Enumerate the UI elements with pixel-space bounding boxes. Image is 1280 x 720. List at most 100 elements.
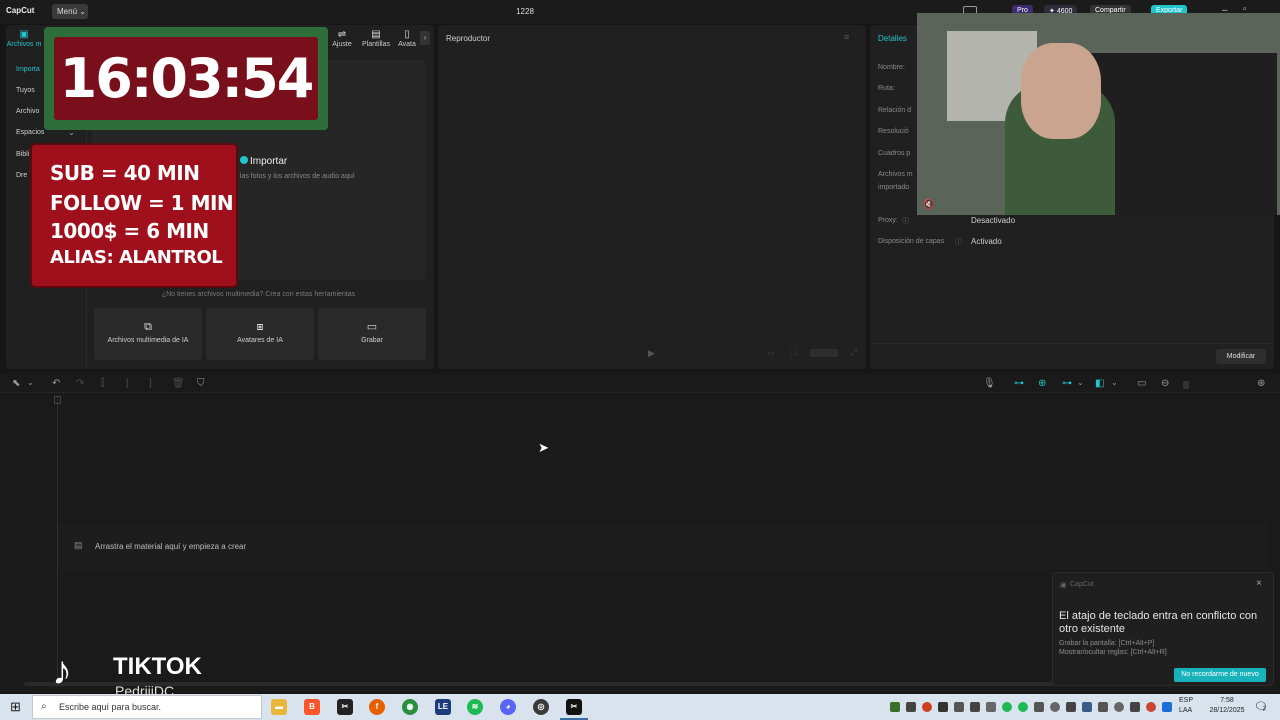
tray-app-icon[interactable] bbox=[1018, 702, 1028, 712]
zoom-fit-icon[interactable]: ⊕ bbox=[1257, 378, 1265, 389]
clock-date[interactable]: 28/12/2025 bbox=[1200, 707, 1254, 714]
tab-adjust[interactable]: ⇌ Ajuste bbox=[324, 29, 360, 48]
tray-app-icon[interactable] bbox=[1066, 702, 1076, 712]
main-track[interactable]: ▤ Arrastra el material aquí y empieza a … bbox=[58, 524, 1268, 570]
tab-templates[interactable]: ▤ Plantillas bbox=[358, 29, 394, 48]
discord-icon[interactable]: ◕ bbox=[500, 699, 516, 715]
snap-icon[interactable]: ⊶ bbox=[1062, 378, 1072, 389]
firefox-icon[interactable]: f bbox=[369, 699, 385, 715]
detail-label: Ruta: bbox=[878, 85, 895, 92]
delete-icon[interactable]: 🗑 bbox=[172, 378, 185, 389]
tray-app-icon[interactable] bbox=[970, 702, 980, 712]
close-icon[interactable]: × bbox=[1256, 578, 1262, 589]
playhead-handle[interactable] bbox=[54, 396, 61, 404]
shield-icon[interactable]: ⛉ bbox=[197, 378, 205, 389]
layers-value[interactable]: Activado bbox=[971, 237, 1002, 246]
detail-label: Archivos m bbox=[878, 171, 913, 178]
tab-label: Ajuste bbox=[332, 41, 352, 48]
tray-app-icon[interactable] bbox=[1130, 702, 1140, 712]
tray-app-icon[interactable] bbox=[954, 702, 964, 712]
magnet-icon[interactable]: ⊕ bbox=[1038, 378, 1046, 389]
dont-remind-button[interactable]: No recordarme de nuevo bbox=[1174, 668, 1266, 682]
sidebar-item-import[interactable]: Importa bbox=[16, 66, 40, 73]
tray-app-icon[interactable] bbox=[1098, 702, 1108, 712]
detail-label: Relación d bbox=[878, 107, 912, 114]
rule-text: SUB = 40 MIN bbox=[50, 161, 200, 185]
tab-avatar[interactable]: ▯ Avata bbox=[394, 29, 420, 48]
tray-app-icon[interactable] bbox=[890, 702, 900, 712]
sidebar-item-dreamina[interactable]: Dre bbox=[16, 172, 27, 179]
ai-media-button[interactable]: ⧉ Archivos multimedia de IA bbox=[94, 308, 202, 360]
ratio-button[interactable] bbox=[810, 349, 838, 357]
language-code[interactable]: ESP bbox=[1179, 697, 1193, 704]
details-title: Detalles bbox=[878, 34, 907, 43]
sidebar-item-yours[interactable]: Tuyos bbox=[16, 87, 35, 94]
focus-icon[interactable]: ⛶ bbox=[790, 347, 796, 358]
detail-label: Resolució bbox=[878, 128, 909, 135]
bluetooth-icon[interactable] bbox=[1162, 702, 1172, 712]
info-icon[interactable]: ⓘ bbox=[902, 216, 909, 226]
modify-button[interactable]: Modificar bbox=[1216, 349, 1266, 364]
sidebar-item-library[interactable]: Bibli bbox=[16, 151, 29, 158]
rule-text: FOLLOW = 1 MIN bbox=[50, 191, 234, 215]
chevron-down-icon[interactable]: ⌄ bbox=[1077, 378, 1084, 387]
split-left-icon[interactable]: [ bbox=[126, 378, 129, 389]
proxy-value[interactable]: Desactivado bbox=[971, 216, 1015, 225]
tray-app-icon[interactable] bbox=[1034, 702, 1044, 712]
chevron-right-icon[interactable]: › bbox=[420, 31, 430, 45]
split-right-icon[interactable]: ] bbox=[149, 378, 152, 389]
no-media-text: ¿No tienes archivos multimedia? Crea con… bbox=[161, 291, 356, 298]
ai-avatar-button[interactable]: ⧆ Avatares de IA bbox=[206, 308, 314, 360]
language-layout[interactable]: LAA bbox=[1179, 707, 1192, 714]
tray-volume-icon[interactable] bbox=[986, 702, 996, 712]
select-tool-icon[interactable]: ⬉ bbox=[12, 378, 20, 389]
tray-app-icon[interactable] bbox=[1082, 702, 1092, 712]
drop-hint: Arrastra el material aquí y empieza a cr… bbox=[95, 542, 247, 551]
sidebar-item-files[interactable]: Archivo bbox=[16, 108, 39, 115]
redo-icon[interactable]: ↷ bbox=[76, 378, 84, 389]
spotify-icon[interactable]: ≋ bbox=[467, 699, 483, 715]
undo-icon[interactable]: ↶ bbox=[52, 378, 60, 389]
tray-app-icon[interactable] bbox=[922, 702, 932, 712]
crop-icon[interactable]: ▭ bbox=[768, 349, 775, 357]
capcut-icon[interactable]: ✂ bbox=[337, 699, 353, 715]
chevron-down-icon[interactable]: ⌄ bbox=[1111, 378, 1118, 387]
tray-app-icon[interactable] bbox=[1050, 702, 1060, 712]
caption-icon[interactable]: ▭ bbox=[1137, 378, 1146, 389]
split-icon[interactable]: ⫿ bbox=[101, 378, 104, 389]
tray-network-icon[interactable] bbox=[1114, 702, 1124, 712]
microphone-icon[interactable]: 🎙 bbox=[983, 378, 996, 389]
tray-mic-icon[interactable] bbox=[938, 702, 948, 712]
chevron-down-icon[interactable]: ⌄ bbox=[27, 378, 34, 387]
app-le-icon[interactable]: LE bbox=[435, 699, 451, 715]
file-explorer-icon[interactable]: ▬ bbox=[271, 699, 287, 715]
tiktok-username: PedrijiDC bbox=[115, 683, 175, 694]
windows-start-icon[interactable]: ⊞ bbox=[10, 699, 21, 715]
sidebar-item-spaces[interactable]: Espacios bbox=[16, 129, 44, 136]
tray-spotify-icon[interactable] bbox=[1002, 702, 1012, 712]
record-button[interactable]: ▭ Grabar bbox=[318, 308, 426, 360]
project-title[interactable]: 1228 bbox=[500, 7, 550, 16]
ai-avatar-icon: ⧆ bbox=[256, 321, 264, 333]
obs-icon[interactable]: ◎ bbox=[533, 699, 549, 715]
capcut-active-icon[interactable]: ✂ bbox=[566, 699, 582, 715]
tray-app-icon[interactable] bbox=[906, 702, 916, 712]
play-icon[interactable]: ▶ bbox=[648, 348, 655, 359]
tray-app-icon[interactable] bbox=[1146, 702, 1156, 712]
zoom-out-icon[interactable]: ⊖ bbox=[1161, 378, 1169, 389]
preview-axis-icon[interactable]: ◧ bbox=[1095, 378, 1104, 389]
brave-icon[interactable]: B bbox=[304, 699, 320, 715]
fullscreen-icon[interactable]: ⤢ bbox=[850, 347, 857, 358]
clock-time[interactable]: 7:58 bbox=[1212, 697, 1242, 704]
taskbar-search-input[interactable]: ⌕ Escribe aquí para buscar. bbox=[32, 695, 262, 719]
horizontal-scrollbar[interactable] bbox=[24, 682, 1054, 686]
tab-media[interactable]: ▣ Archivos m bbox=[6, 29, 42, 48]
tool-label: Grabar bbox=[361, 337, 383, 344]
info-icon[interactable]: ⓘ bbox=[955, 237, 962, 247]
menu-button[interactable]: Menú ⌄ bbox=[52, 4, 88, 19]
taskbar: ⊞ ⌕ Escribe aquí para buscar. ▬ B ✂ f ◉ … bbox=[0, 694, 1280, 720]
zoom-slider[interactable] bbox=[1183, 381, 1189, 389]
chrome-icon[interactable]: ◉ bbox=[402, 699, 418, 715]
link-icon[interactable]: ⊶ bbox=[1014, 378, 1024, 389]
hamburger-icon[interactable]: ≡ bbox=[844, 32, 849, 42]
